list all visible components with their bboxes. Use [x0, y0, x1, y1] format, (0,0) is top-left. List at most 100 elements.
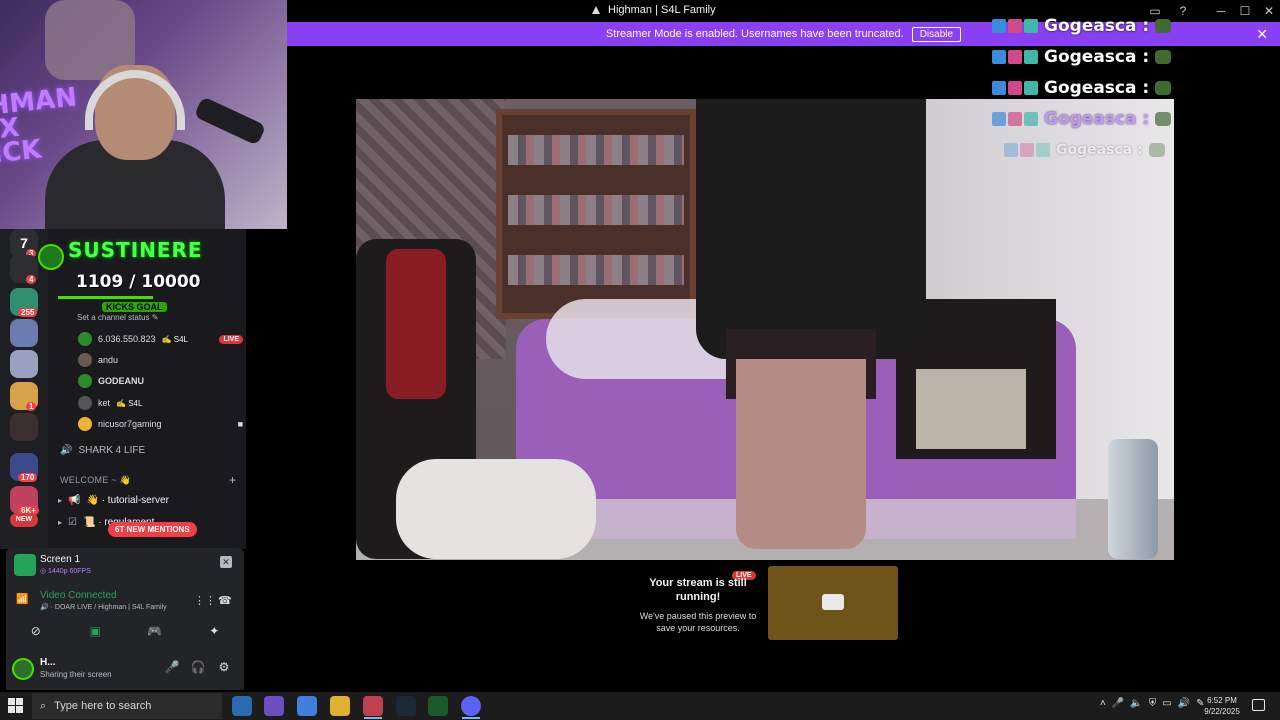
paused-title: Your stream is still running! — [649, 577, 747, 603]
category-welcome[interactable]: WELCOME ~ 👋 — [60, 475, 131, 486]
person-shirt — [696, 99, 926, 359]
windows-start-icon[interactable] — [8, 698, 24, 714]
camera-off-icon[interactable]: ⊘ — [26, 622, 46, 640]
file-explorer-icon[interactable] — [330, 696, 350, 716]
chat-line: Gogeasca : — [992, 103, 1182, 134]
monster-badge-icon — [1008, 18, 1022, 33]
paused-subtitle: We've paused this preview to save your r… — [639, 611, 757, 633]
add-channel-icon[interactable]: + — [229, 473, 236, 487]
goal-badge-icon — [38, 244, 64, 270]
voice-user[interactable]: andu — [78, 350, 243, 370]
chevron-right-icon: ▸ — [58, 517, 63, 527]
copilot-icon[interactable] — [264, 696, 284, 716]
voice-user[interactable]: 6.036.550.823 ✍️ S4L LIVE — [78, 329, 243, 349]
disable-streamer-mode-button[interactable]: Disable — [911, 26, 962, 42]
noise-suppression-icon[interactable]: ⋮⋮ — [194, 594, 216, 607]
disconnect-icon[interactable]: ☎ — [218, 594, 232, 607]
steam-icon[interactable] — [396, 696, 416, 716]
monster-badge-icon — [1008, 80, 1022, 95]
voice-channel-path[interactable]: 🔊 · DOAR LIVE / Highman | S4L Family — [40, 603, 167, 611]
voice-user[interactable]: ket ✍️ S4L — [78, 393, 243, 413]
clock-date: 9/22/2025 — [1204, 707, 1240, 716]
og-badge-icon — [1024, 80, 1038, 95]
channel-tutorial-server[interactable]: ▸ 📢 👋 · tutorial-server — [58, 491, 169, 509]
server-icon[interactable] — [10, 319, 38, 347]
water-bottle — [1108, 439, 1158, 559]
chat-username: Gogeasca : — [1056, 141, 1143, 158]
streaming-app-icon[interactable] — [363, 696, 383, 716]
gear-icon[interactable]: ⚙ — [216, 660, 232, 676]
active-app-indicator — [462, 717, 480, 719]
new-mentions-pill[interactable]: 6T NEW MENTIONS — [108, 522, 197, 537]
soundboard-icon[interactable]: ✦ — [204, 622, 224, 640]
streamer-webcam: HMAN X ICK — [0, 0, 287, 229]
monster-badge-icon — [1008, 111, 1022, 126]
pepe-emote-icon — [1155, 18, 1172, 33]
window-title-text: Highman | S4L Family — [608, 4, 716, 16]
pepe-emote-icon — [1155, 80, 1172, 95]
banner-close-icon[interactable]: ✕ — [1256, 26, 1268, 43]
chat-username: Gogeasca : — [1044, 77, 1150, 98]
close-button[interactable]: ✕ — [1261, 3, 1277, 19]
voice-user[interactable]: nicusor7gaming ■ — [78, 414, 243, 434]
chevron-right-icon: ▸ — [58, 495, 63, 505]
notification-icon[interactable] — [1252, 699, 1265, 711]
user-name[interactable]: H... — [40, 657, 56, 668]
voice-connection-status[interactable]: Video Connected — [40, 590, 117, 601]
og-badge-icon — [1024, 49, 1038, 64]
voice-user-tag: ✍️ S4L — [161, 334, 188, 344]
system-tray: ˄ 🎤 🔈 ⛨ ▭ 🔊 ✎ — [1100, 698, 1205, 709]
user-status: Sharing their screen — [40, 670, 112, 679]
screen-share-active-icon[interactable]: ▣ — [85, 622, 105, 640]
voice-user-name: GODEANU — [98, 376, 145, 386]
edge-icon[interactable] — [297, 696, 317, 716]
server-icon[interactable] — [10, 350, 38, 378]
monster-badge-icon — [1008, 49, 1022, 64]
discord-icon[interactable] — [461, 696, 481, 716]
network-icon[interactable]: ▭ — [1162, 698, 1171, 709]
minimize-button[interactable]: ─ — [1213, 3, 1229, 19]
avatar[interactable] — [12, 658, 34, 680]
stream-video[interactable] — [356, 99, 1174, 560]
goal-count: 1109 / 10000 — [76, 272, 201, 292]
chat-line: Gogeasca : — [992, 72, 1182, 103]
goal-title: SUSTINERE — [68, 238, 203, 262]
microphone — [193, 96, 267, 146]
activity-icon[interactable]: 🎮 — [145, 622, 165, 640]
taskbar-clock[interactable]: 6:52 PM 9/22/2025 — [1200, 695, 1244, 717]
app-logo-icon — [592, 6, 600, 14]
maximize-button[interactable]: ☐ — [1237, 3, 1253, 19]
speaker-icon[interactable]: 🔊 — [1178, 698, 1190, 709]
xbox-icon[interactable] — [428, 696, 448, 716]
voice-channel-shark-4-life[interactable]: 🔊 SHARK 4 LIFE — [60, 441, 145, 459]
voice-actions: ⊘ ▣ 🎮 ✦ — [6, 622, 244, 640]
stream-thumbnail[interactable] — [768, 566, 898, 640]
screen-share-icon — [14, 554, 36, 576]
screen-share-panel: Screen 1 ◎ 1440p 60FPS ✕ 📶 Video Connect… — [6, 548, 244, 648]
screen-title: Screen 1 — [40, 554, 81, 565]
unread-badge: 170 — [18, 473, 38, 482]
chat-line: Gogeasca : — [1004, 134, 1182, 165]
channel-name: 👋 · tutorial-server — [86, 494, 169, 506]
avatar — [78, 374, 92, 388]
voice-user[interactable]: GODEANU — [78, 371, 243, 391]
server-icon[interactable] — [10, 413, 38, 441]
pepe-emote-icon — [1155, 111, 1172, 126]
chat-line: Gogeasca : — [992, 41, 1182, 72]
headphones-icon[interactable]: 🎧 — [190, 660, 206, 676]
og-badge-icon — [1024, 18, 1038, 33]
voice-user-name: 6.036.550.823 — [98, 334, 156, 344]
volume-icon[interactable]: 🔈 — [1130, 698, 1142, 709]
microphone-icon[interactable]: 🎤 — [164, 660, 180, 676]
shield-icon[interactable]: ⛨ — [1149, 698, 1157, 709]
stop-streaming-icon[interactable]: ✕ — [220, 556, 232, 568]
chevron-up-icon[interactable]: ˄ — [1100, 698, 1106, 709]
pickaxe-badge-icon — [1004, 142, 1018, 157]
taskbar-search[interactable]: ⌕ Type here to search — [32, 693, 222, 719]
announcement-icon: 📢 — [68, 494, 81, 506]
microphone-icon[interactable]: 🎤 — [1112, 698, 1124, 709]
channel-status-hint[interactable]: Set a channel status ✎ — [77, 313, 158, 322]
server-icon[interactable]: NEW — [10, 513, 38, 527]
dresser-panel — [916, 369, 1026, 449]
task-view-icon[interactable] — [232, 696, 252, 716]
